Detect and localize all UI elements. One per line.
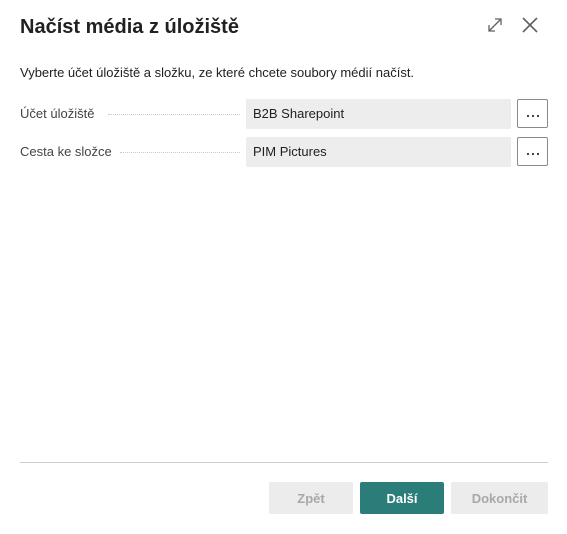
finish-button[interactable]: Dokončit	[451, 482, 548, 514]
more-options-icon	[526, 143, 540, 161]
folder-path-label-text: Cesta ke složce	[20, 144, 118, 159]
expand-icon	[486, 16, 504, 39]
storage-account-field[interactable]: B2B Sharepoint	[246, 99, 511, 129]
instruction-text: Vyberte účet úložiště a složku, ze které…	[20, 65, 415, 80]
expand-button[interactable]	[482, 14, 508, 40]
storage-account-label-text: Účet úložiště	[20, 106, 101, 121]
folder-path-lookup-button[interactable]	[517, 137, 548, 166]
field-row-folder-path: Cesta ke složce PIM Pictures	[20, 137, 548, 167]
close-icon	[521, 16, 539, 39]
next-button[interactable]: Další	[360, 482, 444, 514]
folder-path-label: Cesta ke složce	[20, 137, 240, 167]
back-button[interactable]: Zpět	[269, 482, 353, 514]
footer-divider	[20, 462, 548, 463]
more-options-icon	[526, 105, 540, 123]
close-button[interactable]	[517, 14, 543, 40]
field-row-storage-account: Účet úložiště B2B Sharepoint	[20, 99, 548, 129]
folder-path-field[interactable]: PIM Pictures	[246, 137, 511, 167]
load-media-dialog: Načíst média z úložiště Vyberte účet úlo…	[0, 0, 567, 534]
dialog-title: Načíst média z úložiště	[20, 16, 239, 38]
storage-account-label: Účet úložiště	[20, 99, 240, 129]
storage-account-lookup-button[interactable]	[517, 99, 548, 128]
